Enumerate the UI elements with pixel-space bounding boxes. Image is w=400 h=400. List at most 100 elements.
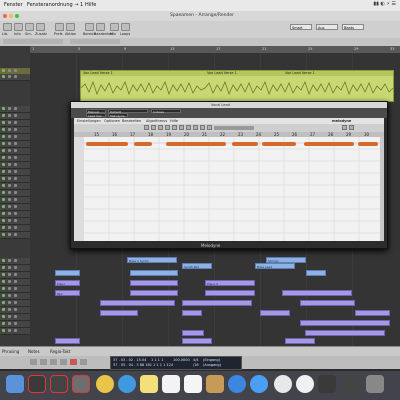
zusatz-button[interactable] [36,23,45,31]
mail-icon[interactable] [228,375,246,393]
plugin-menu-item[interactable]: Optionen [104,119,120,123]
logic-icon[interactable] [28,375,46,393]
itunes-icon[interactable] [274,375,292,393]
midi-region[interactable] [130,270,178,276]
contacts-icon[interactable] [206,375,224,393]
midi-region[interactable]: Piano 2 [205,280,255,286]
tool-icon[interactable] [158,125,163,130]
app-icon[interactable] [296,375,314,393]
plugin-menu-item[interactable]: Bearbeiten [122,119,141,123]
activity-icon[interactable] [318,375,336,393]
midi-region[interactable]: Synth Pad [182,263,212,269]
tool-icon[interactable] [144,125,149,130]
bottom-label[interactable]: Notes [28,349,40,354]
forward-button[interactable] [40,359,47,365]
tool-icon[interactable] [172,125,177,130]
view-select[interactable]: Melodyne [108,113,128,118]
grid-select[interactable]: Beats [342,24,364,30]
track-header[interactable] [0,328,30,335]
tool-icon[interactable] [151,125,156,130]
stack-icon[interactable] [50,375,68,393]
track-header[interactable] [0,148,30,155]
trash-icon[interactable] [366,375,384,393]
midi-region[interactable] [182,338,212,344]
systempref-icon[interactable] [72,375,90,393]
plugin-menu-item[interactable]: Hilfe [170,119,178,123]
minimize-icon[interactable] [9,14,13,18]
midi-region[interactable] [182,310,202,316]
calendar-icon[interactable] [184,375,202,393]
preset-select[interactable]: Default [108,108,148,114]
snap-select[interactable]: Smart [290,24,312,30]
stop-button[interactable] [50,359,57,365]
track-header[interactable] [0,265,30,272]
cycle-button[interactable] [80,359,87,365]
midi-region[interactable] [282,290,352,296]
note-editor[interactable] [84,137,384,241]
record-button[interactable] [70,359,77,365]
view-select[interactable]: Lead Vox [86,113,106,118]
midi-region[interactable] [55,270,80,276]
bottom-label[interactable]: Regio-Takt [50,349,70,354]
smart-controls-button[interactable] [25,23,34,31]
tool-icon[interactable] [200,125,205,130]
midi-region[interactable] [182,330,204,336]
bottom-label[interactable]: Phrasing [2,349,19,354]
preset-select[interactable]: Cubase [151,108,181,114]
zoom-icon[interactable] [15,14,19,18]
track-header[interactable] [0,141,30,148]
bereich-button[interactable] [85,23,94,31]
play-button[interactable] [60,359,67,365]
track-header[interactable] [0,183,30,190]
tool-icon[interactable] [186,125,191,130]
note-blob[interactable] [304,142,354,146]
notes-icon[interactable] [140,375,158,393]
midi-region[interactable] [130,290,178,296]
track-header[interactable] [0,127,30,134]
track-header[interactable] [0,307,30,314]
track-header[interactable] [0,169,30,176]
tool-icon[interactable] [349,125,354,130]
track-header[interactable] [0,176,30,183]
menu-item-fenster[interactable]: Fenster [4,2,23,8]
track-header[interactable] [0,197,30,204]
midi-region[interactable] [355,310,390,316]
midi-region[interactable]: Bass 1 Synth [127,257,177,263]
midi-region[interactable] [130,280,178,286]
tool-icon[interactable] [193,125,198,130]
terminal-icon[interactable] [342,375,360,393]
track-header[interactable] [0,272,30,279]
note-blob[interactable] [358,142,378,146]
track-header[interactable] [0,225,30,232]
note-blob[interactable] [166,142,226,146]
midi-region[interactable] [55,338,80,344]
track-header[interactable] [0,286,30,293]
edit-button[interactable] [96,23,105,31]
midi-region[interactable] [300,320,390,326]
midi-region[interactable] [306,270,326,276]
midi-region[interactable] [260,310,290,316]
rewind-button[interactable] [30,359,37,365]
note-blob[interactable] [262,142,296,146]
audio-region[interactable]: Vox Lead Verse 1 Vox Lead Verse 1 Vox Le… [80,70,394,102]
action-button[interactable] [66,23,75,31]
pitch-slider[interactable] [214,126,254,130]
midi-region[interactable]: Bass Lead [255,263,295,269]
finder-icon[interactable] [6,375,24,393]
track-header[interactable] [0,113,30,120]
note-blob[interactable] [86,142,128,146]
plugin-menu-item[interactable]: Einstellungen [77,119,101,123]
midi-region[interactable] [100,310,138,316]
plugin-menu-item[interactable]: Algorithmus [146,119,167,123]
preset-select[interactable]: Manual [86,108,106,114]
midi-region[interactable] [300,300,355,306]
appstore-icon[interactable] [250,375,268,393]
track-header[interactable] [0,279,30,286]
tool-icon[interactable] [179,125,184,130]
midi-region[interactable]: Strings [266,257,306,263]
midi-region[interactable]: Pad [55,290,80,296]
track-header[interactable] [0,74,30,81]
track-header[interactable] [0,162,30,169]
track-header[interactable] [0,190,30,197]
track-header[interactable] [0,232,30,239]
